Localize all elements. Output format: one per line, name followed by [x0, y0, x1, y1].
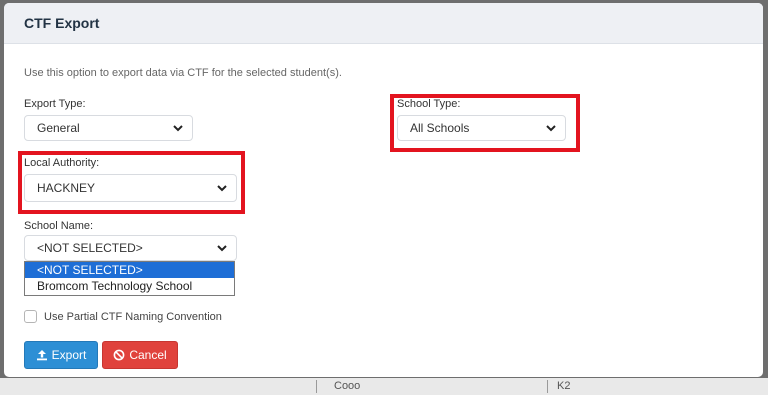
- ban-icon: [113, 349, 125, 361]
- export-type-label: Export Type:: [24, 98, 86, 110]
- local-authority-label: Local Authority:: [24, 157, 100, 169]
- chevron-down-icon: [217, 245, 227, 252]
- cancel-button[interactable]: Cancel: [102, 341, 178, 369]
- school-name-option[interactable]: Bromcom Technology School: [25, 278, 234, 294]
- ctf-export-dialog: CTF Export Use this option to export dat…: [4, 3, 763, 377]
- school-name-select[interactable]: <NOT SELECTED>: [24, 235, 237, 261]
- cancel-button-label: Cancel: [129, 348, 167, 362]
- export-button[interactable]: Export: [24, 341, 98, 369]
- school-name-option[interactable]: <NOT SELECTED>: [25, 262, 234, 278]
- partial-ctf-naming-label: Use Partial CTF Naming Convention: [44, 310, 222, 323]
- chevron-down-icon: [217, 185, 227, 192]
- local-authority-value: HACKNEY: [37, 181, 96, 195]
- export-type-value: General: [37, 121, 80, 135]
- background-cell: K2: [557, 380, 571, 392]
- school-type-select[interactable]: All Schools: [397, 115, 566, 141]
- partial-ctf-naming-checkbox[interactable]: [24, 310, 37, 323]
- partial-ctf-naming-option: Use Partial CTF Naming Convention: [24, 310, 222, 323]
- school-name-value: <NOT SELECTED>: [37, 241, 143, 255]
- export-button-label: Export: [51, 348, 87, 362]
- dialog-description: Use this option to export data via CTF f…: [24, 67, 342, 79]
- column-divider: [316, 380, 317, 393]
- dialog-title: CTF Export: [24, 15, 100, 31]
- export-type-select[interactable]: General: [24, 115, 193, 141]
- school-name-options: <NOT SELECTED> Bromcom Technology School: [24, 261, 235, 296]
- school-type-label: School Type:: [397, 98, 461, 110]
- upload-icon: [36, 350, 47, 361]
- school-name-label: School Name:: [24, 220, 94, 232]
- dialog-header: CTF Export: [4, 3, 763, 44]
- background-table-row: Cooo K2: [0, 378, 768, 395]
- chevron-down-icon: [173, 125, 183, 132]
- school-type-value: All Schools: [410, 121, 470, 135]
- chevron-down-icon: [546, 125, 556, 132]
- column-divider: [547, 380, 548, 393]
- background-cell: Cooo: [334, 380, 361, 392]
- local-authority-select[interactable]: HACKNEY: [24, 174, 237, 202]
